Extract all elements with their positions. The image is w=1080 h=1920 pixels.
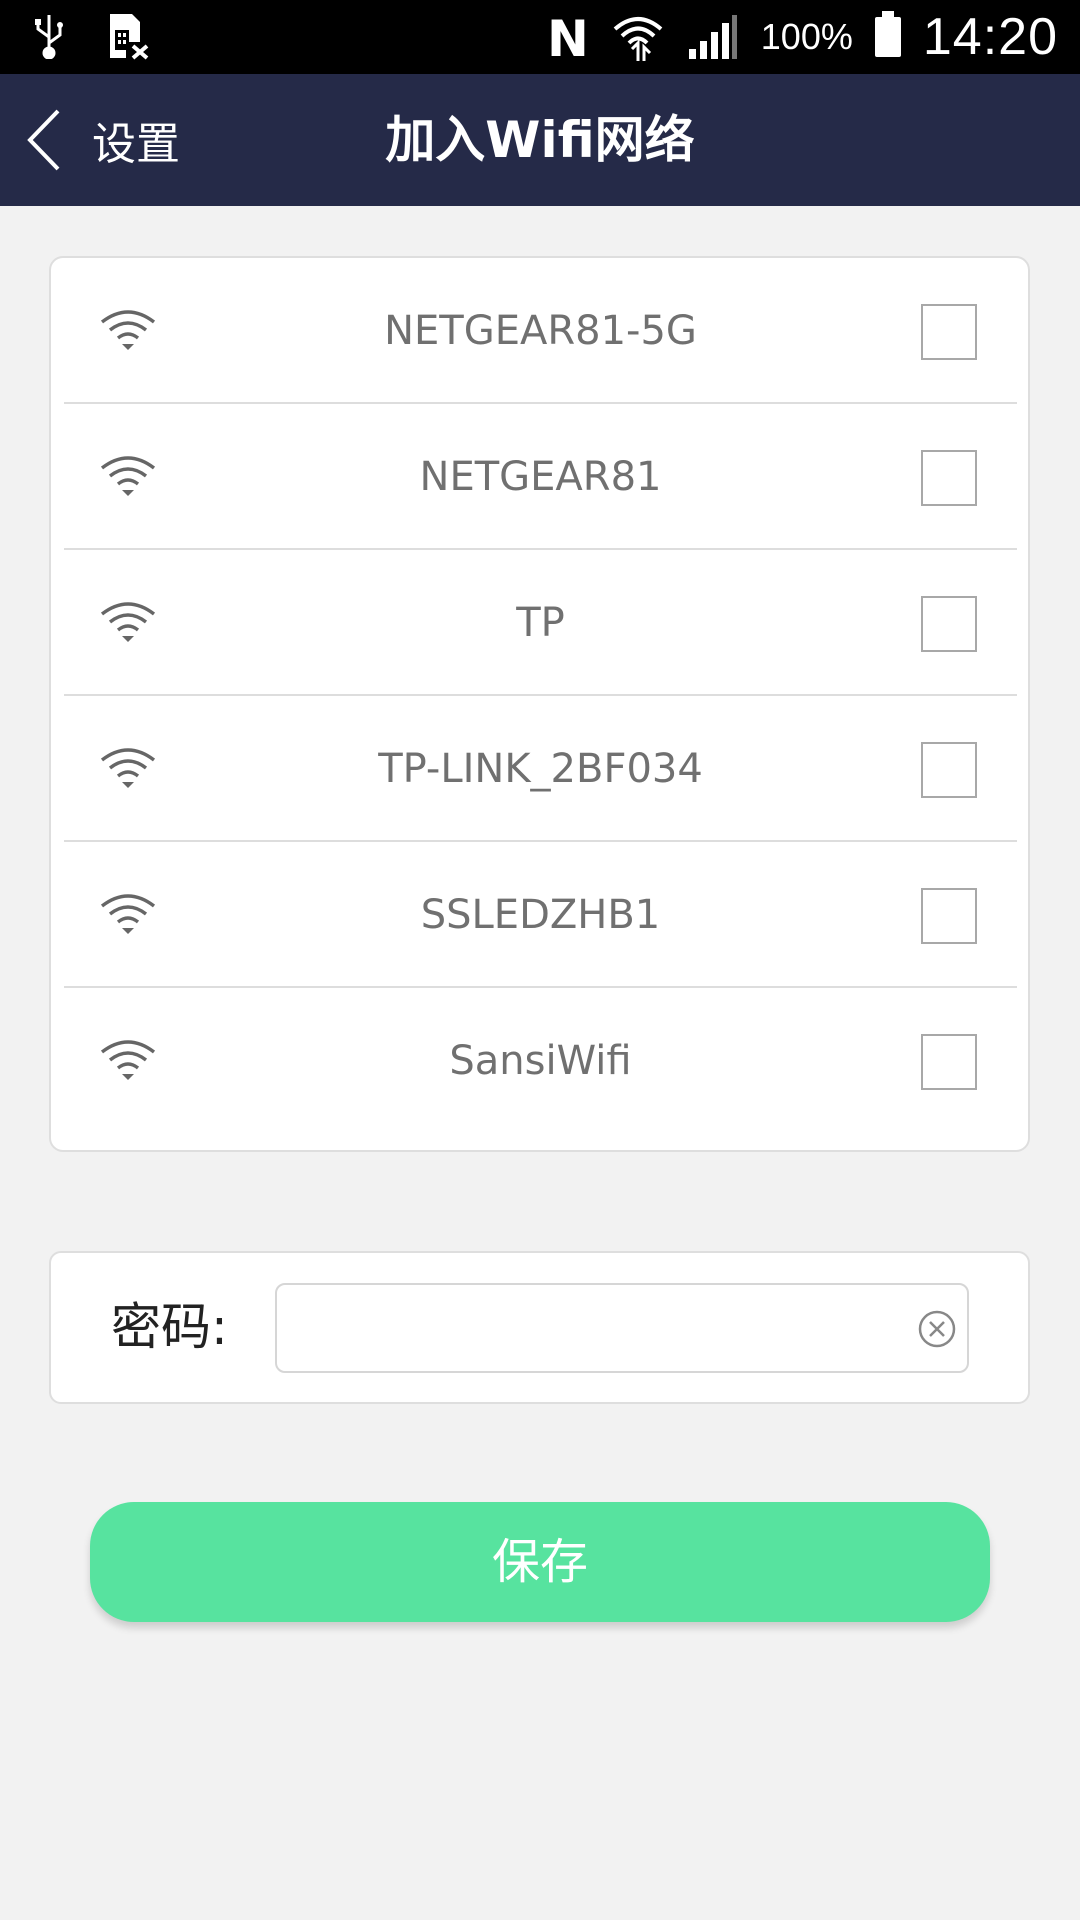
- status-left: [32, 12, 152, 60]
- wifi-icon: [100, 602, 156, 642]
- wifi-checkbox[interactable]: [921, 596, 977, 652]
- status-right: N 100% 14:20: [545, 0, 1058, 74]
- wifi-icon: [100, 310, 156, 350]
- nav-bar: 设置 加入Wifi网络: [0, 74, 1080, 206]
- password-input[interactable]: [293, 1295, 887, 1363]
- wifi-name: NETGEAR81-5G: [384, 308, 697, 354]
- wifi-checkbox[interactable]: [921, 1034, 977, 1090]
- cell-signal-icon: [688, 15, 737, 59]
- wifi-icon: [100, 1040, 156, 1080]
- wifi-list-item[interactable]: TP: [64, 550, 1017, 696]
- sim-off-icon: [110, 14, 149, 60]
- save-button[interactable]: 保存: [90, 1502, 990, 1622]
- svg-text:N: N: [547, 12, 589, 62]
- back-label: 设置: [92, 119, 180, 170]
- clear-icon[interactable]: [917, 1309, 957, 1349]
- battery-percentage: 100%: [760, 16, 853, 57]
- wifi-name: SSLEDZHB1: [420, 892, 661, 938]
- nfc-icon: N: [547, 12, 589, 62]
- wifi-signal-icon: [613, 17, 663, 61]
- wifi-list-item[interactable]: TP-LINK_2BF034: [64, 696, 1017, 842]
- wifi-list-item[interactable]: SSLEDZHB1: [64, 842, 1017, 988]
- status-bar: N 100% 14:20: [0, 0, 1080, 74]
- wifi-icon: [100, 456, 156, 496]
- wifi-name: NETGEAR81: [419, 454, 662, 500]
- password-label: 密码:: [111, 1298, 228, 1356]
- password-field[interactable]: [275, 1283, 969, 1373]
- status-time: 14:20: [922, 8, 1058, 66]
- password-card: 密码:: [49, 1251, 1030, 1404]
- wifi-list: NETGEAR81-5G NETGEAR81 TP TP-LINK_2BF034: [49, 256, 1030, 1152]
- wifi-checkbox[interactable]: [921, 742, 977, 798]
- wifi-checkbox[interactable]: [921, 888, 977, 944]
- wifi-name: TP-LINK_2BF034: [378, 746, 703, 792]
- back-button[interactable]: 设置: [26, 104, 180, 176]
- wifi-icon: [100, 894, 156, 934]
- wifi-list-item[interactable]: NETGEAR81-5G: [64, 258, 1017, 404]
- wifi-checkbox[interactable]: [921, 304, 977, 360]
- wifi-name: TP: [516, 600, 565, 646]
- wifi-list-item[interactable]: SansiWifi: [64, 988, 1017, 1134]
- battery-icon: [874, 11, 901, 57]
- wifi-name: SansiWifi: [449, 1038, 632, 1084]
- chevron-left-icon: [27, 109, 60, 171]
- wifi-checkbox[interactable]: [921, 450, 977, 506]
- usb-icon: [35, 15, 63, 59]
- wifi-icon: [100, 748, 156, 788]
- wifi-list-item[interactable]: NETGEAR81: [64, 404, 1017, 550]
